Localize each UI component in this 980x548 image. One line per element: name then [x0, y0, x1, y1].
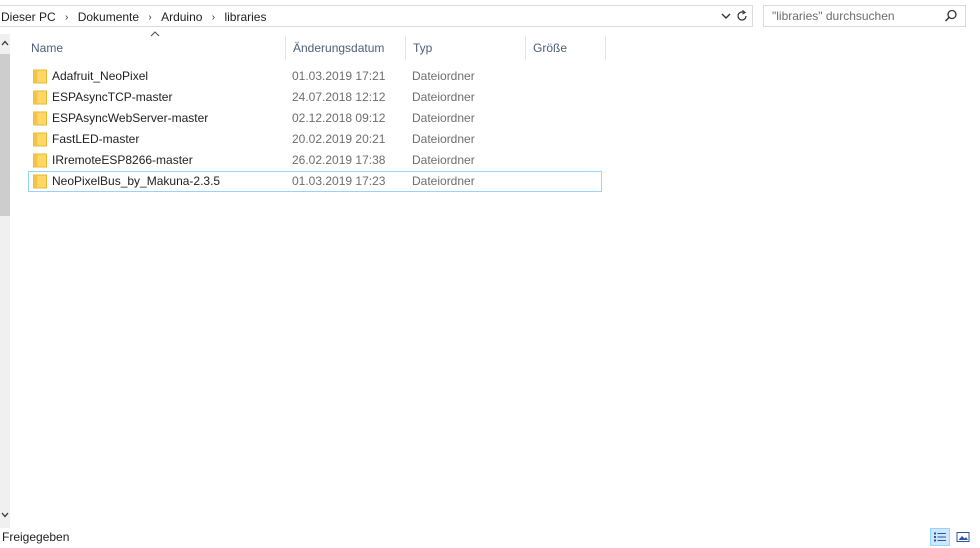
file-date: 02.12.2018 09:12	[292, 111, 386, 125]
breadcrumb-separator-icon[interactable]: ›	[202, 12, 224, 23]
folder-icon	[33, 174, 47, 189]
file-date: 01.03.2019 17:21	[292, 69, 386, 83]
status-bar: Freigegeben	[0, 528, 980, 548]
file-name: Adafruit_NeoPixel	[52, 69, 149, 83]
file-name: FastLED-master	[52, 132, 140, 146]
breadcrumb-item-dieser-pc[interactable]: Dieser PC	[1, 10, 56, 24]
breadcrumb: Dieser PC › Dokumente › Arduino › librar…	[1, 10, 266, 24]
file-type: Dateiordner	[412, 111, 475, 125]
chevron-down-icon	[1, 512, 9, 518]
column-header-date[interactable]: Änderungsdatum	[286, 36, 406, 60]
file-type: Dateiordner	[412, 69, 475, 83]
details-view-button[interactable]	[930, 528, 950, 546]
chevron-up-icon	[1, 40, 9, 46]
breadcrumb-item-arduino[interactable]: Arduino	[161, 10, 202, 24]
scrollbar-thumb[interactable]	[0, 54, 10, 216]
status-text: Freigegeben	[2, 530, 70, 544]
chevron-down-icon	[721, 13, 731, 19]
file-explorer-window: Dieser PC › Dokumente › Arduino › librar…	[0, 0, 980, 548]
file-name: ESPAsyncWebServer-master	[52, 111, 209, 125]
folder-icon	[33, 69, 47, 84]
file-date: 01.03.2019 17:23	[292, 174, 386, 188]
column-header-row: Name Änderungsdatum Typ Größe	[24, 31, 608, 60]
large-icons-view-button[interactable]	[953, 528, 973, 546]
file-name: ESPAsyncTCP-master	[52, 90, 173, 104]
file-type: Dateiordner	[412, 132, 475, 146]
refresh-button[interactable]	[734, 8, 750, 24]
scroll-down-button[interactable]	[0, 510, 10, 520]
breadcrumb-item-libraries[interactable]: libraries	[224, 10, 266, 24]
details-view-icon	[934, 532, 946, 542]
column-header-name[interactable]: Name	[24, 36, 286, 60]
file-row[interactable]: ESPAsyncTCP-master 24.07.2018 12:12 Date…	[28, 87, 602, 108]
file-date: 24.07.2018 12:12	[292, 90, 386, 104]
folder-icon	[33, 90, 47, 105]
breadcrumb-separator-icon[interactable]: ›	[139, 12, 161, 23]
file-type: Dateiordner	[412, 174, 475, 188]
breadcrumb-item-dokumente[interactable]: Dokumente	[78, 10, 139, 24]
address-bar[interactable]: Dieser PC › Dokumente › Arduino › librar…	[0, 5, 753, 27]
refresh-icon	[737, 10, 747, 21]
file-list: Adafruit_NeoPixel 01.03.2019 17:21 Datei…	[28, 66, 604, 192]
folder-icon	[33, 111, 47, 126]
file-name: NeoPixelBus_by_Makuna-2.3.5	[52, 174, 221, 188]
large-icons-view-icon	[956, 532, 970, 542]
search-icon[interactable]	[944, 9, 958, 23]
file-row[interactable]: IRremoteESP8266-master 26.02.2019 17:38 …	[28, 150, 602, 171]
navigation-pane-scrollbar[interactable]	[0, 34, 10, 528]
scroll-up-button[interactable]	[0, 38, 10, 48]
address-row: Dieser PC › Dokumente › Arduino › librar…	[0, 0, 980, 34]
column-header-size[interactable]: Größe	[526, 36, 606, 60]
file-date: 20.02.2019 20:21	[292, 132, 386, 146]
file-row-focused[interactable]: NeoPixelBus_by_Makuna-2.3.5 01.03.2019 1…	[28, 171, 602, 192]
search-box[interactable]	[763, 5, 966, 27]
file-type: Dateiordner	[412, 90, 475, 104]
folder-icon	[33, 132, 47, 147]
file-name: IRremoteESP8266-master	[52, 153, 193, 167]
address-history-dropdown[interactable]	[719, 8, 733, 24]
file-row[interactable]: FastLED-master 20.02.2019 20:21 Dateiord…	[28, 129, 602, 150]
breadcrumb-separator-icon[interactable]: ›	[56, 12, 78, 23]
file-type: Dateiordner	[412, 153, 475, 167]
column-header-type[interactable]: Typ	[406, 36, 526, 60]
file-row[interactable]: ESPAsyncWebServer-master 02.12.2018 09:1…	[28, 108, 602, 129]
file-date: 26.02.2019 17:38	[292, 153, 386, 167]
search-input[interactable]	[772, 9, 937, 23]
file-row[interactable]: Adafruit_NeoPixel 01.03.2019 17:21 Datei…	[28, 66, 602, 87]
folder-icon	[33, 153, 47, 168]
